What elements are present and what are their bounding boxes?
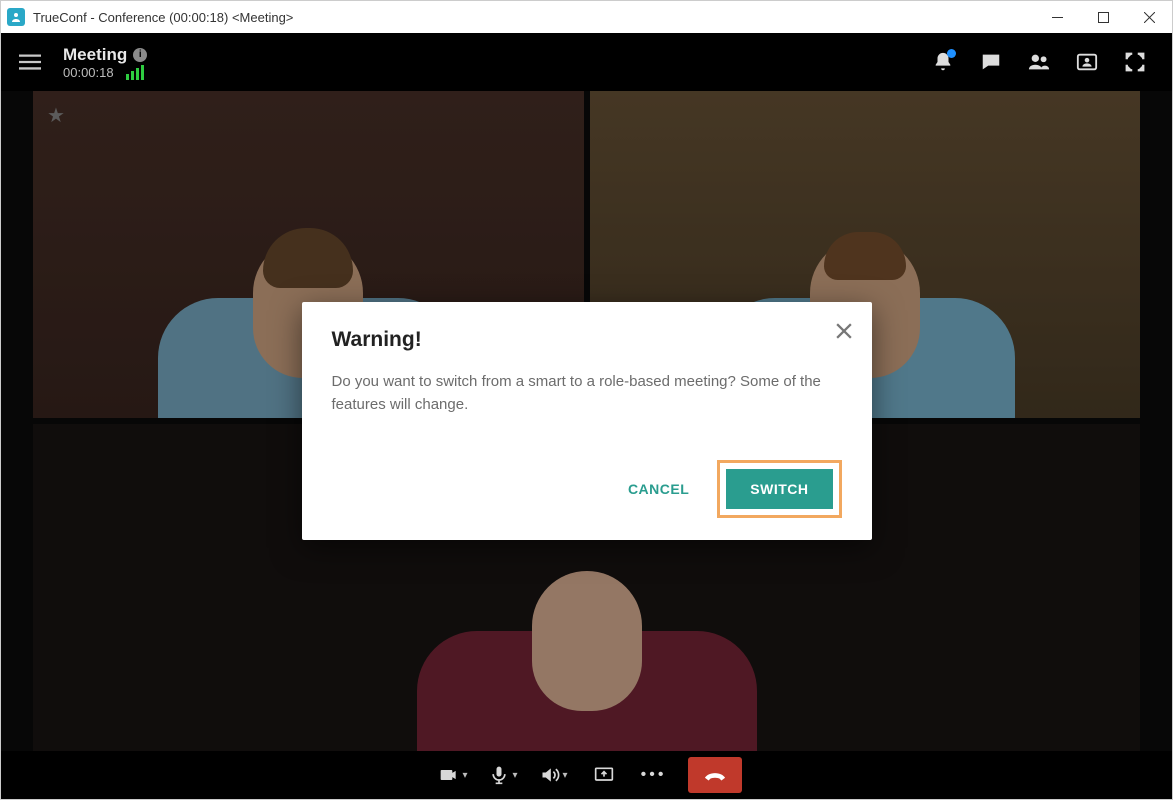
participants-button[interactable] [1020,43,1058,81]
elapsed-time: 00:00:18 [63,65,114,80]
signal-strength-icon [126,65,144,80]
add-participant-button[interactable] [1068,43,1106,81]
cancel-button[interactable]: CANCEL [628,481,689,497]
dialog-close-button[interactable] [836,322,852,345]
dialog-title: Warning! [332,328,842,352]
window-maximize-button[interactable] [1080,1,1126,33]
meeting-title: Meeting [63,45,127,65]
app-window: TrueConf - Conference (00:00:18) <Meetin… [0,0,1173,800]
speaker-button[interactable]: ▾ [532,757,576,793]
hangup-button[interactable] [688,757,742,793]
warning-dialog: Warning! Do you want to switch from a sm… [302,302,872,541]
chat-button[interactable] [972,43,1010,81]
window-title: TrueConf - Conference (00:00:18) <Meetin… [33,10,293,25]
microphone-button[interactable]: ▾ [481,757,525,793]
app-content: Meeting i 00:00:18 [1,33,1172,799]
video-grid-area: ★ Warning! Do you [1,91,1172,751]
switch-button[interactable]: SWITCH [726,469,832,509]
meeting-info: Meeting i 00:00:18 [63,45,147,80]
ellipsis-icon: ••• [641,766,667,784]
titlebar: TrueConf - Conference (00:00:18) <Meetin… [1,1,1172,33]
app-icon [7,8,25,26]
more-options-button[interactable]: ••• [632,757,676,793]
dialog-body: Do you want to switch from a smart to a … [332,370,842,417]
notifications-button[interactable] [924,43,962,81]
menu-button[interactable] [15,47,45,77]
conference-controls: ▾ ▾ ▾ ••• [1,751,1172,799]
info-icon[interactable]: i [133,48,147,62]
window-minimize-button[interactable] [1034,1,1080,33]
window-close-button[interactable] [1126,1,1172,33]
notification-dot-icon [947,49,956,58]
camera-button[interactable]: ▾ [431,757,475,793]
share-screen-button[interactable] [582,757,626,793]
dialog-overlay: Warning! Do you want to switch from a sm… [1,91,1172,751]
switch-button-highlight: SWITCH [717,460,841,518]
chevron-down-icon: ▾ [462,770,467,781]
chevron-down-icon: ▾ [512,770,517,781]
fullscreen-button[interactable] [1116,43,1154,81]
chevron-down-icon: ▾ [563,770,568,781]
conference-topbar: Meeting i 00:00:18 [1,33,1172,91]
